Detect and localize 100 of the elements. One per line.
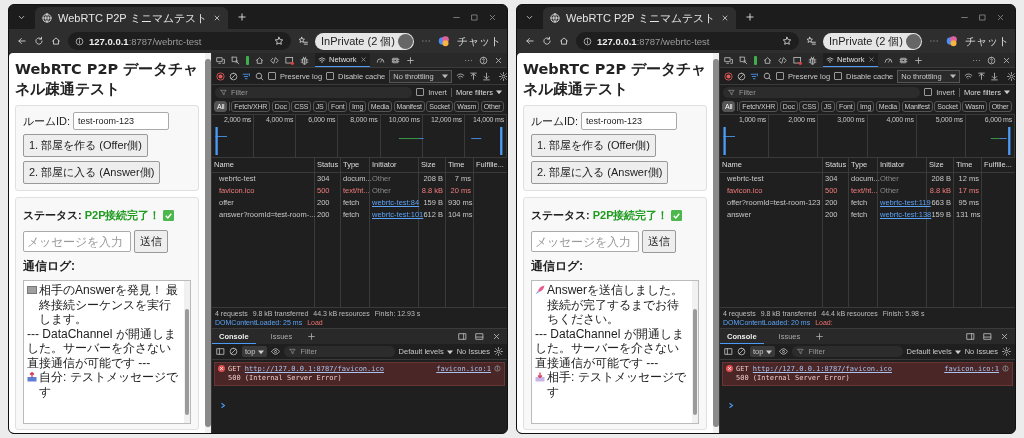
record-icon[interactable] [216, 71, 225, 81]
checkbox[interactable] [416, 88, 425, 96]
prompt-caret-icon[interactable] [728, 402, 734, 409]
inprivate-badge[interactable]: InPrivate (2 個) [823, 32, 922, 50]
back-arrow-icon[interactable] [17, 36, 27, 46]
device-icon[interactable] [216, 55, 225, 65]
plus-icon[interactable] [307, 332, 317, 341]
close-icon[interactable] [492, 332, 501, 341]
download-icon[interactable] [481, 71, 491, 81]
send-button[interactable]: 送信 [642, 230, 676, 253]
action-button[interactable]: 1. 部屋を作る (Offer側) [531, 134, 656, 157]
room-id-field[interactable]: test-room-123 [581, 112, 678, 130]
search-icon[interactable] [255, 71, 264, 81]
message-field[interactable]: メッセージを入力 [23, 231, 131, 252]
maximize-icon[interactable] [470, 12, 479, 22]
code-icon[interactable] [270, 55, 279, 65]
inprivate-badge[interactable]: InPrivate (2 個) [315, 32, 414, 50]
inspect-icon[interactable] [231, 55, 240, 65]
favorites-icon[interactable] [806, 36, 817, 46]
memory-icon[interactable] [390, 55, 400, 65]
close-icon[interactable] [494, 55, 503, 65]
close-icon[interactable] [1000, 332, 1009, 341]
plus-icon[interactable] [405, 55, 415, 65]
reload-icon[interactable] [34, 36, 44, 46]
help-icon[interactable] [479, 55, 488, 65]
close-icon[interactable] [212, 14, 221, 22]
search-icon[interactable] [763, 71, 772, 81]
back-arrow-icon[interactable] [525, 36, 535, 46]
settings-icon[interactable] [494, 347, 503, 356]
checkbox[interactable] [834, 72, 843, 80]
clear-icon[interactable] [229, 71, 238, 81]
close-icon[interactable] [1002, 55, 1011, 65]
info-icon[interactable] [1002, 365, 1009, 372]
settings-icon[interactable] [498, 71, 507, 81]
address-bar[interactable]: 127.0.0.1:8787/webrtc-test [68, 32, 292, 50]
filter-icon[interactable] [750, 71, 759, 81]
star-icon[interactable] [274, 36, 285, 46]
room-id-field[interactable]: test-room-123 [73, 112, 170, 130]
close-icon[interactable] [720, 14, 729, 22]
favorites-icon[interactable] [298, 36, 309, 46]
scrollbar[interactable] [692, 281, 698, 423]
checkbox[interactable] [776, 72, 784, 80]
eye-icon[interactable] [779, 347, 789, 356]
checkbox[interactable] [268, 72, 276, 80]
inspect-icon[interactable] [739, 55, 748, 65]
eye-icon[interactable] [271, 347, 281, 356]
settings-icon[interactable] [1002, 347, 1011, 356]
gauge-icon[interactable] [375, 55, 385, 65]
plus-icon[interactable] [236, 12, 247, 22]
home-icon[interactable] [763, 55, 772, 65]
sidebar-icon[interactable] [216, 347, 225, 356]
home-icon[interactable] [559, 36, 569, 46]
clear-icon[interactable] [737, 71, 746, 81]
dock-bottom-icon[interactable] [983, 332, 992, 341]
wifi-settings-icon[interactable] [963, 71, 973, 81]
memory-icon[interactable] [898, 55, 908, 65]
close-icon[interactable] [488, 12, 497, 22]
plus-icon[interactable] [815, 332, 825, 341]
plus-icon[interactable] [913, 55, 923, 65]
address-bar[interactable]: 127.0.0.1:8787/webrtc-test [576, 32, 800, 50]
browser-tab[interactable]: WebRTC P2P ミニマムテスト [543, 7, 736, 29]
home-icon[interactable] [51, 36, 61, 46]
bug-icon[interactable] [808, 55, 817, 65]
scrollbar[interactable] [205, 53, 211, 433]
dock-side-icon[interactable] [458, 332, 467, 341]
browser-tab[interactable]: WebRTC P2P ミニマムテスト [35, 7, 228, 29]
help-icon[interactable] [987, 55, 996, 65]
bug-icon[interactable] [300, 55, 309, 65]
gauge-icon[interactable] [883, 55, 893, 65]
reload-icon[interactable] [542, 36, 552, 46]
copilot-icon[interactable] [438, 35, 450, 47]
dock-side-icon[interactable] [966, 332, 975, 341]
star-icon[interactable] [782, 36, 793, 46]
checkbox[interactable] [924, 88, 933, 96]
console-icon[interactable] [285, 55, 294, 65]
info-icon[interactable] [494, 365, 501, 372]
code-icon[interactable] [778, 55, 787, 65]
download-icon[interactable] [989, 71, 999, 81]
wifi-settings-icon[interactable] [455, 71, 465, 81]
upload-icon[interactable] [468, 71, 478, 81]
console-icon[interactable] [793, 55, 802, 65]
upload-icon[interactable] [976, 71, 986, 81]
prompt-caret-icon[interactable] [220, 402, 226, 409]
scrollbar[interactable] [713, 53, 719, 433]
plus-icon[interactable] [744, 12, 755, 22]
sidebar-icon[interactable] [724, 347, 733, 356]
chat-button[interactable]: チャット [457, 33, 501, 49]
maximize-icon[interactable] [978, 12, 987, 22]
home-icon[interactable] [255, 55, 264, 65]
action-button[interactable]: 2. 部屋に入る (Answer側) [531, 161, 669, 184]
device-icon[interactable] [724, 55, 733, 65]
clear-icon[interactable] [229, 347, 238, 356]
action-button[interactable]: 2. 部屋に入る (Answer側) [23, 161, 161, 184]
filter-icon[interactable] [242, 71, 251, 81]
settings-icon[interactable] [1006, 71, 1015, 81]
action-button[interactable]: 1. 部屋を作る (Offer側) [23, 134, 148, 157]
message-field[interactable]: メッセージを入力 [531, 231, 639, 252]
checkbox[interactable] [326, 72, 335, 80]
send-button[interactable]: 送信 [134, 230, 168, 253]
scrollbar[interactable] [184, 281, 190, 423]
